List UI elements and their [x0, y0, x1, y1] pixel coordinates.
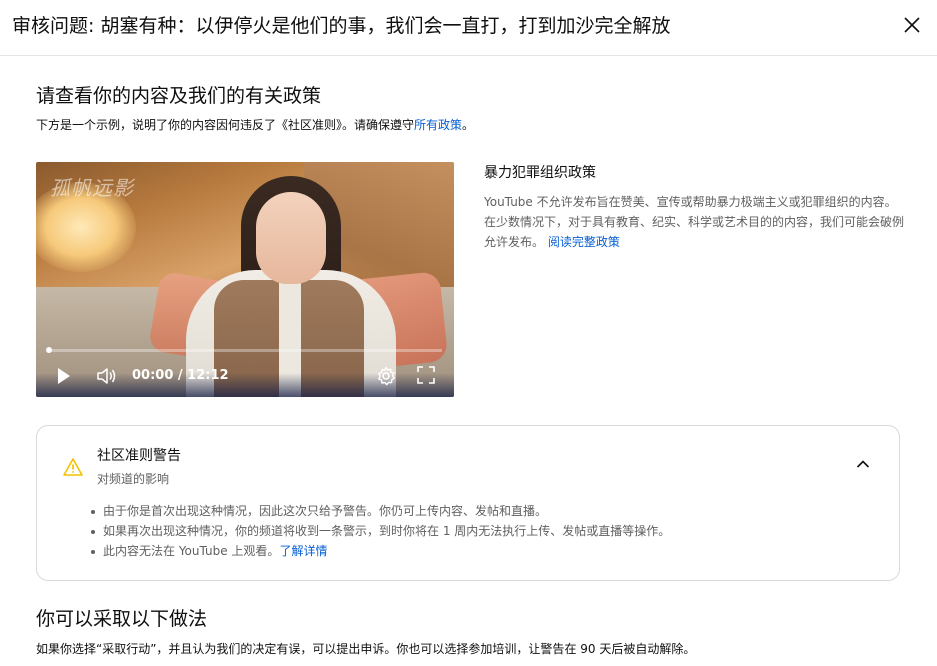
collapse-button[interactable]: [855, 456, 871, 472]
settings-button[interactable]: [376, 366, 396, 386]
list-item-text: 此内容无法在 YouTube 上观看。: [103, 544, 280, 558]
warning-icon: [63, 458, 83, 476]
video-progress-handle[interactable]: [46, 347, 52, 353]
video-frame-person-face: [256, 192, 326, 284]
play-icon: [58, 368, 70, 384]
all-policies-link[interactable]: 所有政策: [414, 118, 462, 132]
dialog-header: 审核问题: 胡塞有种：以伊停火是他们的事，我们会一直打，打到加沙完全解放: [0, 0, 937, 56]
warning-impact-list: 由于你是首次出现这种情况，因此这次只给予警告。你仍可上传内容、发帖和直播。 如果…: [90, 501, 670, 561]
volume-icon: [97, 368, 116, 384]
chevron-up-icon: [856, 460, 870, 468]
community-guidelines-warning-card: 社区准则警告 对频道的影响 由于你是首次出现这种情况，因此这次只给予警告。你仍可…: [36, 425, 900, 581]
actions-description: 如果你选择“采取行动”，并且认为我们的决定有误，可以提出申诉。你也可以选择参加培…: [36, 642, 696, 656]
list-item: 由于你是首次出现这种情况，因此这次只给予警告。你仍可上传内容、发帖和直播。: [90, 501, 670, 521]
video-player[interactable]: 孤帆远影 00:00 / 12:12: [36, 162, 454, 397]
policy-title: 暴力犯罪组织政策: [484, 165, 596, 181]
play-button[interactable]: [56, 366, 72, 386]
read-full-policy-link[interactable]: 阅读完整政策: [548, 235, 620, 249]
fullscreen-icon: [417, 366, 435, 384]
review-desc-suffix: 。: [462, 118, 475, 132]
list-item: 此内容无法在 YouTube 上观看。了解详情: [90, 541, 670, 561]
review-title: 请查看你的内容及我们的有关政策: [36, 85, 322, 107]
video-progress-bar[interactable]: [48, 349, 442, 352]
warning-subtitle: 对频道的影响: [97, 472, 170, 486]
list-item: 如果再次出现这种情况，你的频道将收到一条警示，到时你将在 1 周内无法执行上传、…: [90, 521, 670, 541]
review-desc-text: 下方是一个示例，说明了你的内容因何违反了《社区准则》。请确保遵守: [36, 118, 415, 132]
policy-description: YouTube 不允许发布旨在赞美、宣传或帮助暴力极端主义或犯罪组织的内容。在少…: [484, 192, 904, 252]
actions-title: 你可以采取以下做法: [36, 608, 208, 630]
dialog-title: 审核问题: 胡塞有种：以伊停火是他们的事，我们会一直打，打到加沙完全解放: [12, 15, 671, 37]
learn-more-link[interactable]: 了解详情: [279, 544, 327, 558]
settings-icon: [378, 366, 395, 386]
warning-title: 社区准则警告: [97, 448, 181, 464]
close-button[interactable]: [901, 14, 923, 36]
fullscreen-button[interactable]: [417, 366, 435, 386]
video-time: 00:00 / 12:12: [132, 368, 229, 383]
video-watermark: 孤帆远影: [50, 176, 134, 200]
volume-button[interactable]: [96, 366, 118, 386]
close-icon: [904, 17, 920, 33]
review-description: 下方是一个示例，说明了你的内容因何违反了《社区准则》。请确保遵守所有政策。: [36, 116, 474, 134]
